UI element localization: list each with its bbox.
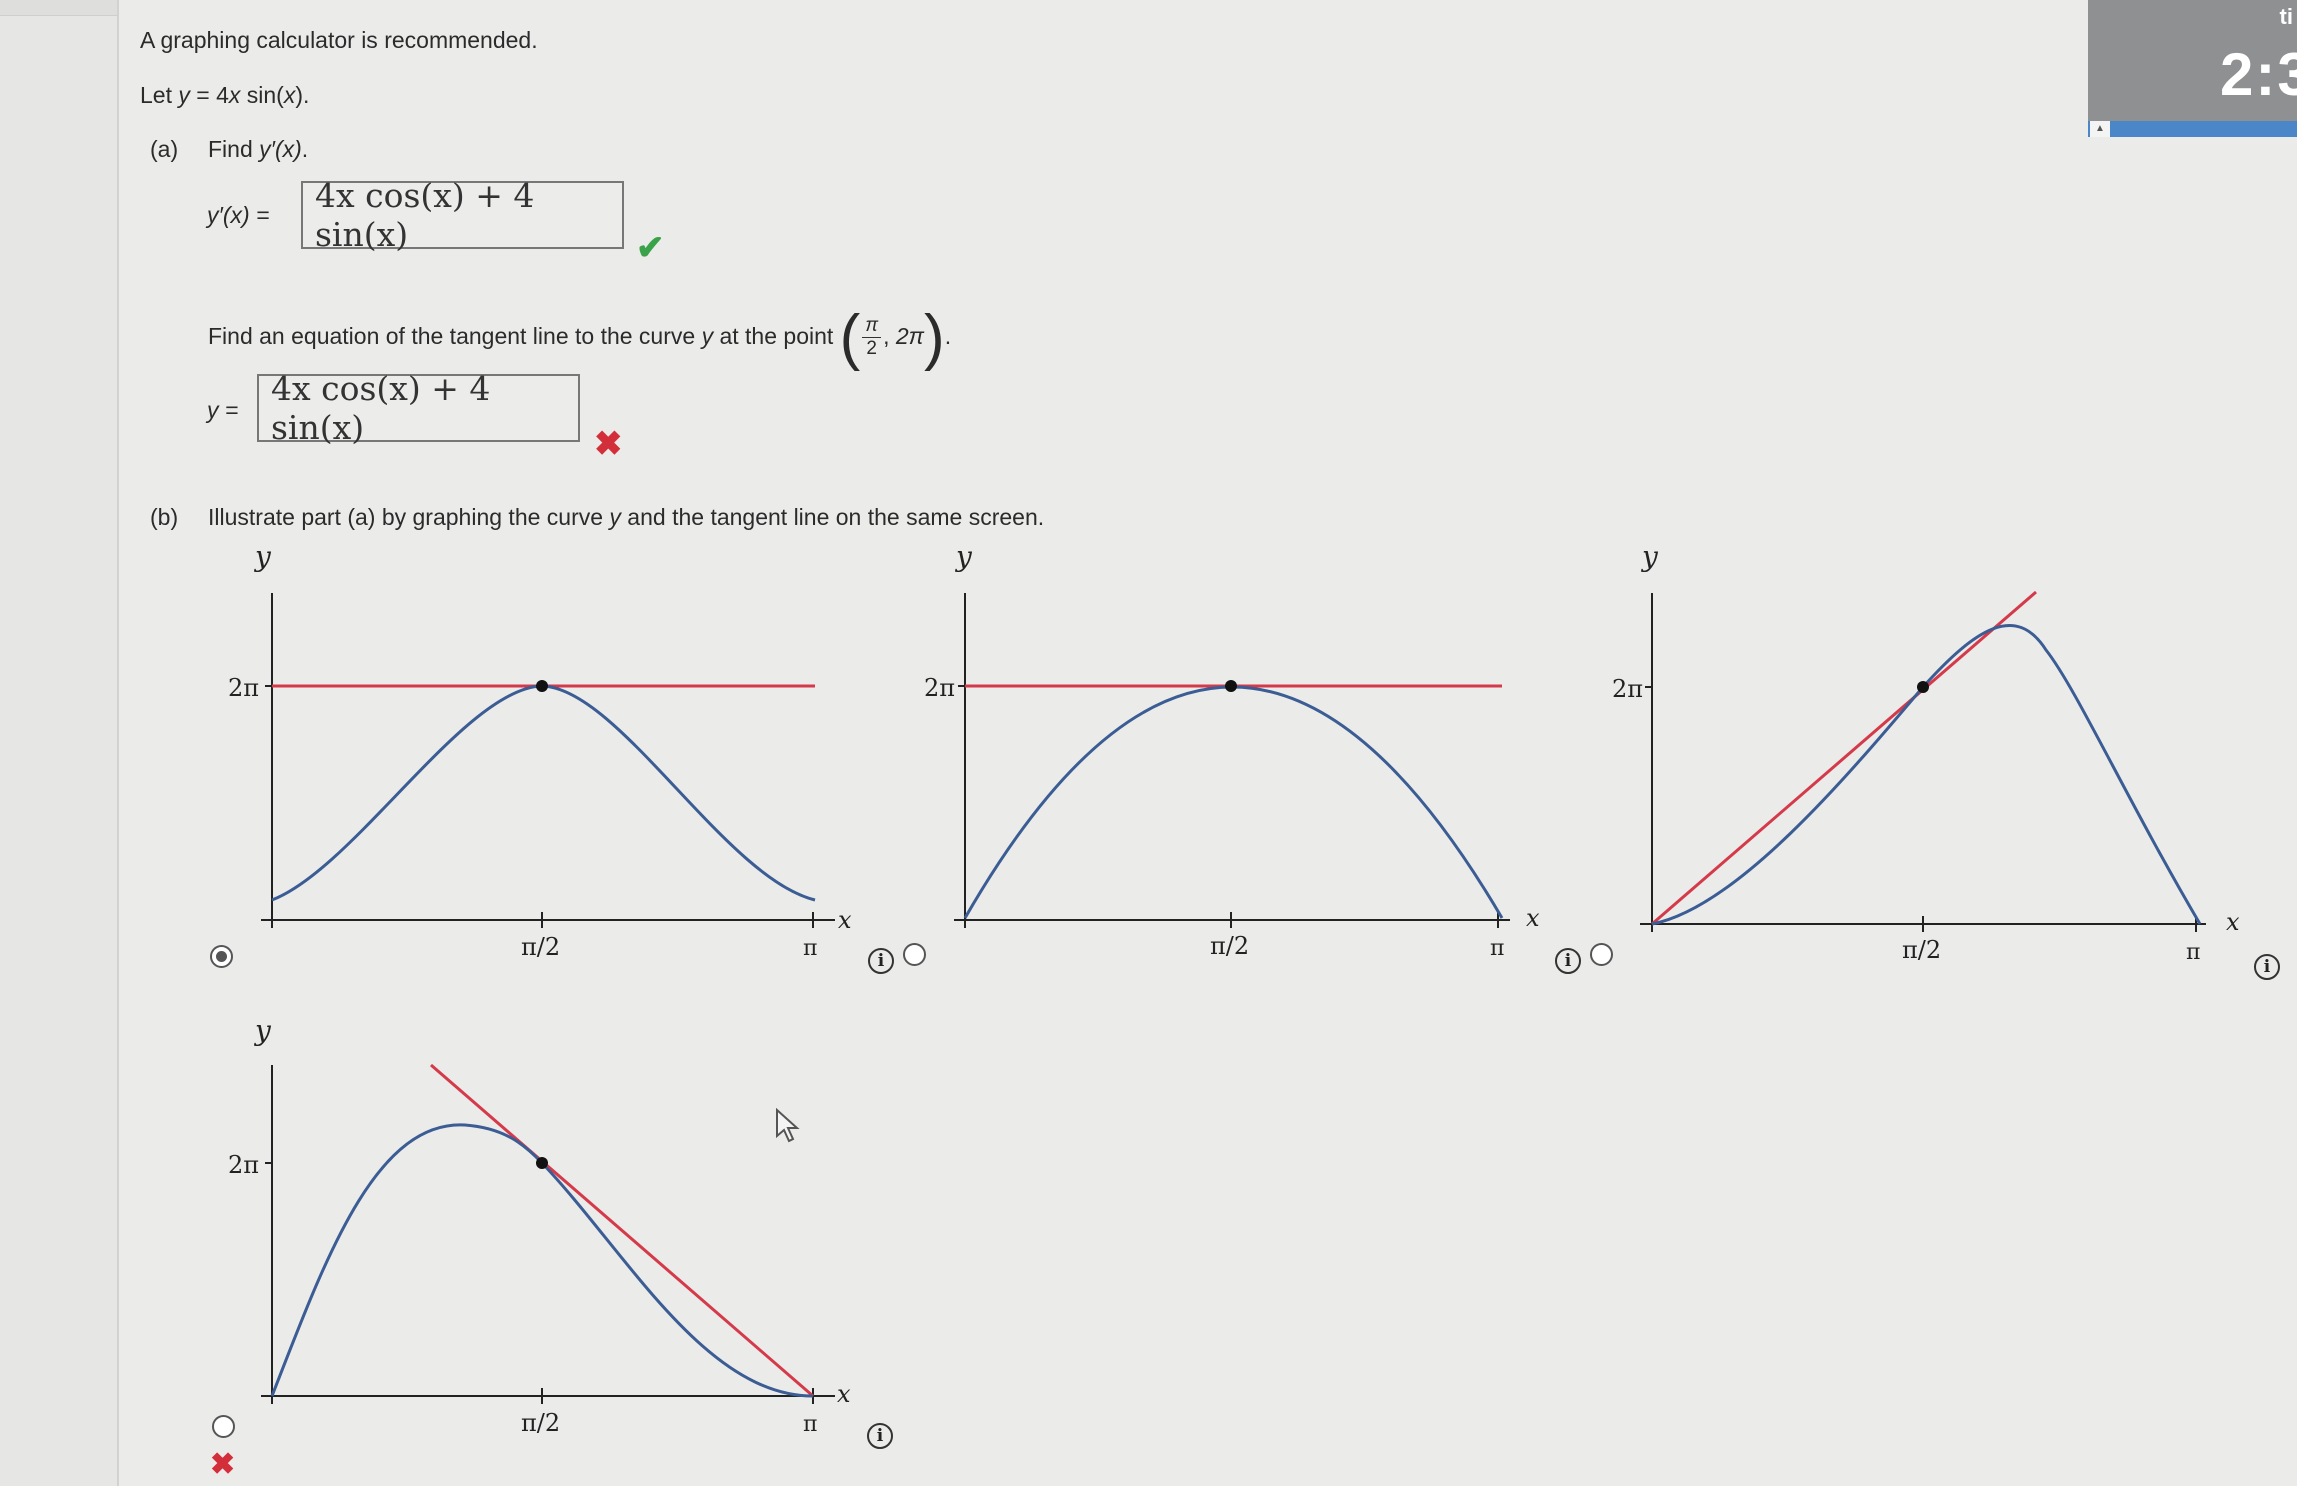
axis-label-y: y [253, 548, 272, 573]
tick-label-pi-half: π/2 [1902, 936, 1941, 964]
cross-icon: ✖ [210, 1448, 236, 1481]
given-function: Let y = 4x sin(x). [140, 82, 310, 108]
timer-panel: ti 2:3 [2088, 0, 2297, 130]
tangency-point [1917, 681, 1929, 693]
tick-label-2pi: 2π [228, 674, 259, 702]
point-x-fraction: π2 [862, 315, 882, 360]
curve [1651, 623, 2202, 926]
radio-option-d[interactable] [212, 1415, 235, 1438]
cursor-icon [776, 1108, 800, 1143]
tangent-line [1651, 590, 2037, 926]
tick-label-pi-half: π/2 [521, 933, 560, 961]
intro-text: A graphing calculator is recommended. [140, 27, 538, 53]
part-a-prompt: Find y′(x). [208, 136, 309, 162]
tick-label-pi: π [1490, 936, 1504, 961]
axis-label-x: x [838, 906, 852, 934]
tick-label-2pi: 2π [924, 674, 955, 702]
derivative-answer-field[interactable]: 4x cos(x) + 4 sin(x) [301, 176, 624, 254]
part-a-label: (a) [150, 136, 179, 162]
collapse-icon[interactable]: ▲ [2090, 121, 2110, 137]
tangency-point [536, 680, 548, 692]
tick-label-pi-half: π/2 [521, 1409, 560, 1437]
part-b-prompt: Illustrate part (a) by graphing the curv… [208, 504, 1045, 530]
tick-label-pi-half: π/2 [1210, 932, 1249, 960]
tangent-line [430, 1063, 814, 1398]
info-icon[interactable]: i [2254, 954, 2280, 980]
check-icon: ✔ [636, 229, 665, 267]
tick-label-pi: π [803, 1412, 817, 1437]
timer-progress-bar [2088, 121, 2297, 137]
curve [271, 684, 816, 902]
derivative-label: y′(x) = [207, 202, 270, 228]
graph-option-a: y 2π π/2 π x [228, 548, 852, 961]
cross-icon: ✖ [594, 425, 623, 463]
info-icon[interactable]: i [1555, 948, 1581, 974]
axis-label-x: x [1526, 904, 1540, 932]
curve [963, 685, 1504, 919]
tangent-label: y = [207, 397, 239, 423]
axis-label-y: y [253, 1020, 272, 1047]
tick-label-pi: π [803, 936, 817, 961]
info-icon[interactable]: i [867, 1423, 893, 1449]
radio-option-a[interactable] [210, 945, 233, 968]
tangency-point [536, 1157, 548, 1169]
tick-label-pi: π [2186, 940, 2200, 965]
info-icon[interactable]: i [868, 948, 894, 974]
tick-label-2pi: 2π [228, 1151, 259, 1179]
tangent-prompt: Find an equation of the tangent line to … [208, 302, 952, 372]
timer-value: 2:3 [2220, 41, 2297, 108]
axis-label-x: x [2226, 908, 2240, 936]
tangent-answer-field[interactable]: 4x cos(x) + 4 sin(x) [257, 369, 580, 447]
radio-option-b[interactable] [903, 943, 926, 966]
timer-label: ti [2279, 4, 2293, 29]
graph-option-b: y 2π π/2 π x [924, 548, 1540, 961]
part-b-label: (b) [150, 504, 179, 530]
radio-option-c[interactable] [1590, 943, 1613, 966]
graph-option-d: y 2π π/2 π x [228, 1020, 851, 1437]
tick-label-2pi: 2π [1612, 675, 1643, 703]
axis-label-y: y [954, 548, 973, 573]
axis-label-y: y [1640, 548, 1659, 573]
graph-option-c: y 2π π/2 π x [1612, 548, 2240, 965]
axis-label-x: x [837, 1380, 851, 1408]
tangency-point [1225, 680, 1237, 692]
